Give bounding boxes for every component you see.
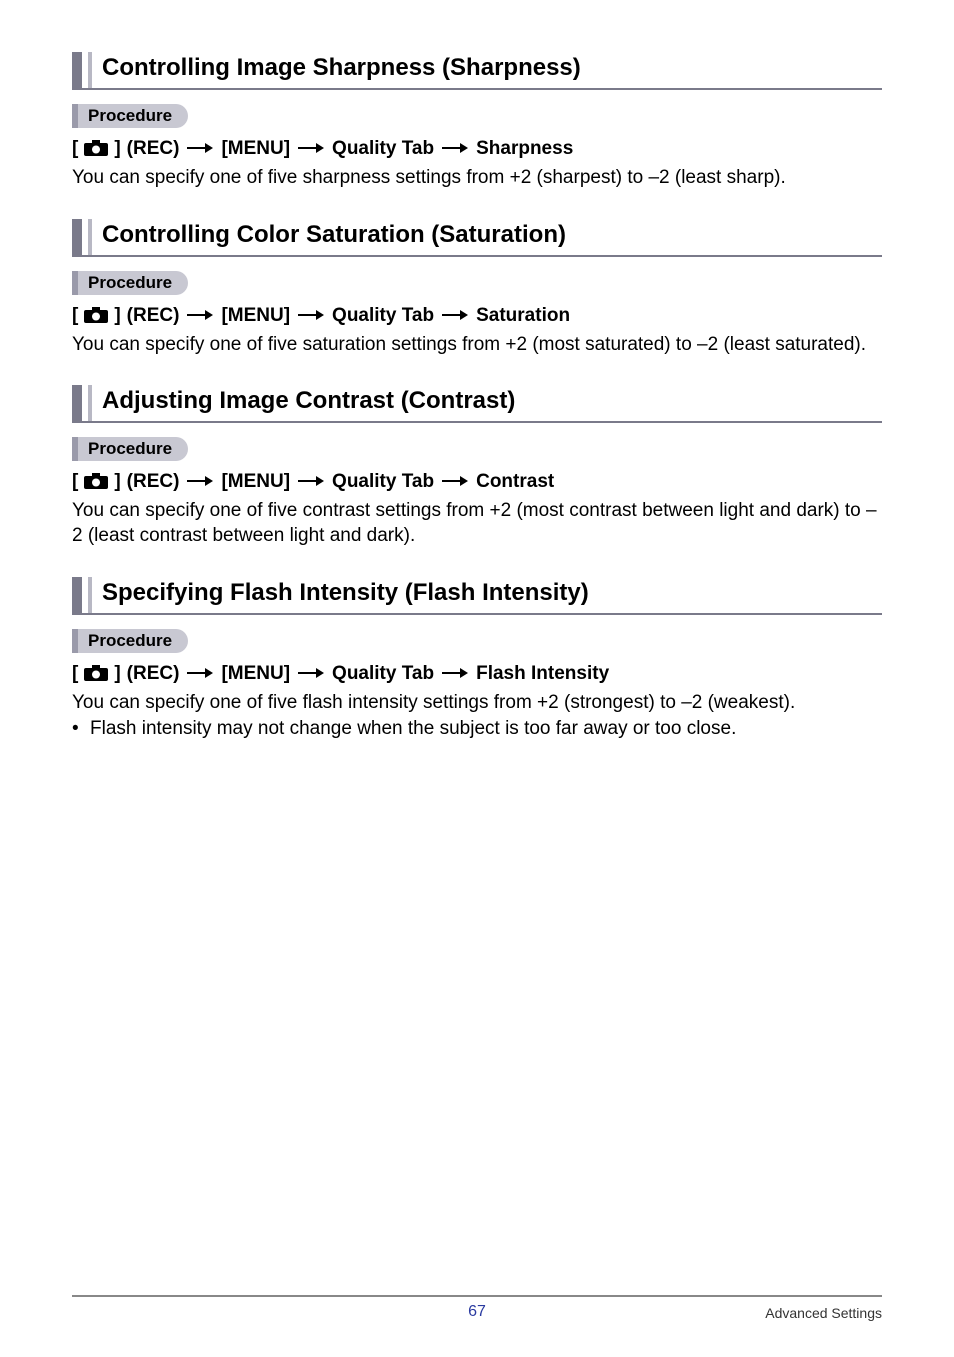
path-rec: (REC): [127, 471, 180, 493]
heading-thinbar: [88, 577, 92, 613]
arrow-icon: [185, 138, 215, 160]
body-text: You can specify one of five contrast set…: [72, 499, 882, 548]
heading-title: Controlling Color Saturation (Saturation…: [102, 219, 566, 255]
page-number: 67: [72, 1303, 882, 1321]
path-bracket: ]: [114, 663, 120, 685]
procedure-badge: Procedure: [72, 629, 882, 653]
heading-bar: [72, 577, 82, 613]
heading-title: Controlling Image Sharpness (Sharpness): [102, 52, 581, 88]
path-menu: [MENU]: [221, 305, 290, 327]
camera-icon: [84, 663, 108, 685]
arrow-icon: [296, 663, 326, 685]
heading-thinbar: [88, 219, 92, 255]
bullet-dot: •: [72, 717, 90, 742]
path-menu: [MENU]: [221, 471, 290, 493]
path-target: Flash Intensity: [476, 663, 609, 685]
procedure-badge: Procedure: [72, 271, 882, 295]
path-bracket: ]: [114, 471, 120, 493]
badge-label: Procedure: [78, 629, 188, 653]
heading-contrast: Adjusting Image Contrast (Contrast): [72, 385, 882, 423]
menu-path: [ ] (REC) [MENU] Quality Tab Saturation: [72, 305, 882, 327]
footer-section: Advanced Settings: [765, 1305, 882, 1321]
procedure-badge: Procedure: [72, 104, 882, 128]
path-bracket: ]: [114, 138, 120, 160]
path-rec: (REC): [127, 305, 180, 327]
arrow-icon: [440, 138, 470, 160]
path-target: Contrast: [476, 471, 554, 493]
badge-label: Procedure: [78, 104, 188, 128]
heading-flash-intensity: Specifying Flash Intensity (Flash Intens…: [72, 577, 882, 615]
arrow-icon: [440, 305, 470, 327]
camera-icon: [84, 305, 108, 327]
arrow-icon: [296, 305, 326, 327]
badge-label: Procedure: [78, 437, 188, 461]
menu-path: [ ] (REC) [MENU] Quality Tab Flash Inten…: [72, 663, 882, 685]
path-target: Saturation: [476, 305, 570, 327]
camera-icon: [84, 471, 108, 493]
body-text: You can specify one of five saturation s…: [72, 333, 882, 358]
bullet-text: Flash intensity may not change when the …: [90, 717, 736, 742]
heading-sharpness: Controlling Image Sharpness (Sharpness): [72, 52, 882, 90]
heading-bar: [72, 219, 82, 255]
menu-path: [ ] (REC) [MENU] Quality Tab Sharpness: [72, 138, 882, 160]
path-bracket: ]: [114, 305, 120, 327]
page: Controlling Image Sharpness (Sharpness) …: [0, 0, 954, 1357]
body-text: You can specify one of five flash intens…: [72, 691, 882, 716]
arrow-icon: [440, 471, 470, 493]
path-rec: (REC): [127, 663, 180, 685]
footer: 67 Advanced Settings: [72, 1295, 882, 1321]
path-target: Sharpness: [476, 138, 573, 160]
path-bracket: [: [72, 471, 78, 493]
bullet-item: • Flash intensity may not change when th…: [72, 717, 882, 742]
heading-saturation: Controlling Color Saturation (Saturation…: [72, 219, 882, 257]
path-quality: Quality Tab: [332, 138, 434, 160]
path-menu: [MENU]: [221, 663, 290, 685]
heading-bar: [72, 52, 82, 88]
arrow-icon: [185, 663, 215, 685]
heading-title: Specifying Flash Intensity (Flash Intens…: [102, 577, 589, 613]
heading-thinbar: [88, 385, 92, 421]
heading-title: Adjusting Image Contrast (Contrast): [102, 385, 515, 421]
camera-icon: [84, 138, 108, 160]
badge-label: Procedure: [78, 271, 188, 295]
procedure-badge: Procedure: [72, 437, 882, 461]
menu-path: [ ] (REC) [MENU] Quality Tab Contrast: [72, 471, 882, 493]
path-menu: [MENU]: [221, 138, 290, 160]
path-bracket: [: [72, 138, 78, 160]
arrow-icon: [296, 138, 326, 160]
path-quality: Quality Tab: [332, 663, 434, 685]
path-bracket: [: [72, 663, 78, 685]
path-rec: (REC): [127, 138, 180, 160]
arrow-icon: [185, 305, 215, 327]
path-quality: Quality Tab: [332, 305, 434, 327]
path-quality: Quality Tab: [332, 471, 434, 493]
arrow-icon: [185, 471, 215, 493]
body-text: You can specify one of five sharpness se…: [72, 166, 882, 191]
heading-thinbar: [88, 52, 92, 88]
path-bracket: [: [72, 305, 78, 327]
arrow-icon: [440, 663, 470, 685]
heading-bar: [72, 385, 82, 421]
arrow-icon: [296, 471, 326, 493]
